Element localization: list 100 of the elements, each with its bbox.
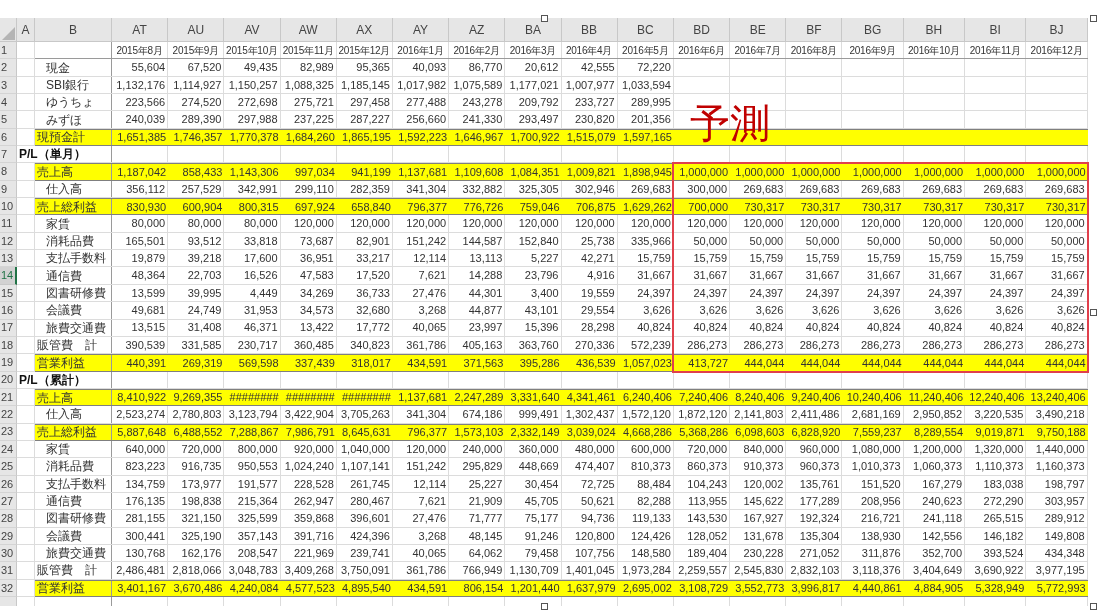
row-header[interactable]: 22 [0,406,17,424]
column-header[interactable]: AT [112,18,169,42]
table-cell-text: 120,000 [517,216,560,232]
row-header[interactable]: 10 [0,198,17,216]
row-header[interactable]: 7 [0,146,17,164]
table-cell-text: 1,651,385 [116,130,168,146]
table-cell-text: 341,304 [405,407,448,423]
column-header[interactable]: BB [561,18,618,42]
table-cell-text: 302,946 [573,181,616,197]
table-cell-text: 2,832,103 [789,563,841,579]
table-cell-text: 444,044 [922,355,965,371]
table-cell-text: 289,995 [630,94,672,110]
table-cell-text: 240,039 [124,112,167,128]
column-header[interactable]: BI [965,18,1027,42]
row-header[interactable]: 31 [0,562,17,580]
table-cell-text: 265,515 [982,511,1025,527]
table-cell-text: 130,768 [124,545,167,561]
table-cell-text: 1,075,589 [452,77,504,93]
table-cell-text: 40,824 [748,320,785,336]
column-header[interactable]: AX [336,18,393,42]
column-header[interactable]: BG [842,18,904,42]
table-cell-text: 1,137,681 [397,164,449,180]
table-cell-text: 1,187,042 [116,164,168,180]
column-header[interactable]: A [17,18,35,42]
column-header[interactable]: BA [505,18,562,42]
table-cell-text: 3,331,640 [509,390,561,406]
column-header[interactable]: BF [786,18,843,42]
table-cell-text: 3,422,904 [283,407,335,423]
table-cell-text: 72,220 [636,60,672,76]
row-header[interactable]: 2 [0,59,17,77]
table-cell-text: 2,545,830 [733,563,785,579]
resize-handle[interactable] [541,15,548,22]
table-cell-text: 19,559 [580,285,616,301]
table-cell-text: 1,160,373 [1034,459,1086,475]
table-cell-text: 24,749 [186,303,223,319]
table-cell-text: 480,000 [573,441,616,457]
column-header[interactable]: AZ [449,18,506,42]
table-cell-text: 759,046 [518,199,561,215]
column-header[interactable]: AU [168,18,225,42]
table-cell-text: 1,024,240 [283,459,335,475]
table-cell-text: 325,599 [236,511,279,527]
table-cell-text: 4,895,540 [341,581,392,596]
resize-handle[interactable] [541,603,548,610]
table-cell-text: 82,288 [636,493,672,509]
table-cell-text: 920,000 [293,441,335,457]
column-header[interactable]: AV [224,18,281,42]
table-cell-text: 806,154 [462,581,505,596]
resize-handle[interactable] [1090,15,1097,22]
row-header[interactable]: 5 [0,111,17,129]
resize-handle[interactable] [1090,603,1097,610]
table-cell-text: 151,242 [405,459,448,475]
table-cell-text: 13,599 [130,285,167,301]
table-cell-text: 4,916 [586,268,616,284]
table-cell-text: 148,580 [630,545,672,561]
table-cell-text: 31,408 [186,320,223,336]
table-cell-text: 17,600 [242,251,279,267]
row-header[interactable]: 1 [0,42,17,60]
row-header[interactable]: 8 [0,163,17,181]
table-cell-text: 243,278 [461,94,504,110]
column-header[interactable]: B [35,18,112,42]
resize-handle[interactable] [1090,309,1097,316]
table-cell-text: 3,552,773 [734,581,786,596]
table-cell-text: 3,626 [642,303,672,319]
table-cell-text: 325,190 [180,528,223,544]
column-header[interactable]: BD [673,18,731,42]
table-cell-text: 230,717 [236,337,279,353]
column-header[interactable]: AY [392,18,450,42]
row-header[interactable]: 14 [0,267,17,285]
table-cell-text: 318,017 [350,355,392,371]
row-header[interactable]: 19 [0,354,17,372]
row-header[interactable]: 11 [0,215,17,233]
row-header[interactable]: 16 [0,302,17,320]
table-cell-text: 4,884,905 [913,581,965,596]
table-cell-text: 120,800 [573,528,616,544]
table-cell-text: 572,239 [630,337,672,353]
table-cell-text: 15,759 [1049,251,1086,267]
column-header[interactable]: BJ [1026,18,1088,42]
table-cell-text: 82,901 [355,233,391,249]
row-header[interactable]: 13 [0,250,17,268]
row-label: 旅費交通費 [45,319,107,336]
table-cell-text: 640,000 [124,441,167,457]
table-cell-text: 80,000 [130,216,167,232]
column-header[interactable]: BC [617,18,674,42]
table-cell-text: 31,667 [748,268,785,284]
table-cell-text: 3,690,922 [973,563,1025,579]
column-header[interactable]: BE [730,18,787,42]
table-cell-text: 23,997 [467,320,504,336]
table-cell-text: 999,491 [517,407,560,423]
table-cell-text: 120,000 [293,216,335,232]
column-header[interactable]: AW [280,18,337,42]
table-cell-text: 697,924 [294,199,336,215]
row-header[interactable]: 25 [0,458,17,476]
table-cell-text: 600,904 [181,199,224,215]
row-header[interactable]: 4 [0,94,17,112]
table-cell-text: 297,988 [236,112,279,128]
month-header: 2016年7月 [733,43,782,58]
table-cell-text: 149,808 [1043,528,1086,544]
row-header[interactable]: 28 [0,510,17,528]
column-header[interactable]: BH [903,18,966,42]
table-cell-text: 28,298 [580,320,616,336]
